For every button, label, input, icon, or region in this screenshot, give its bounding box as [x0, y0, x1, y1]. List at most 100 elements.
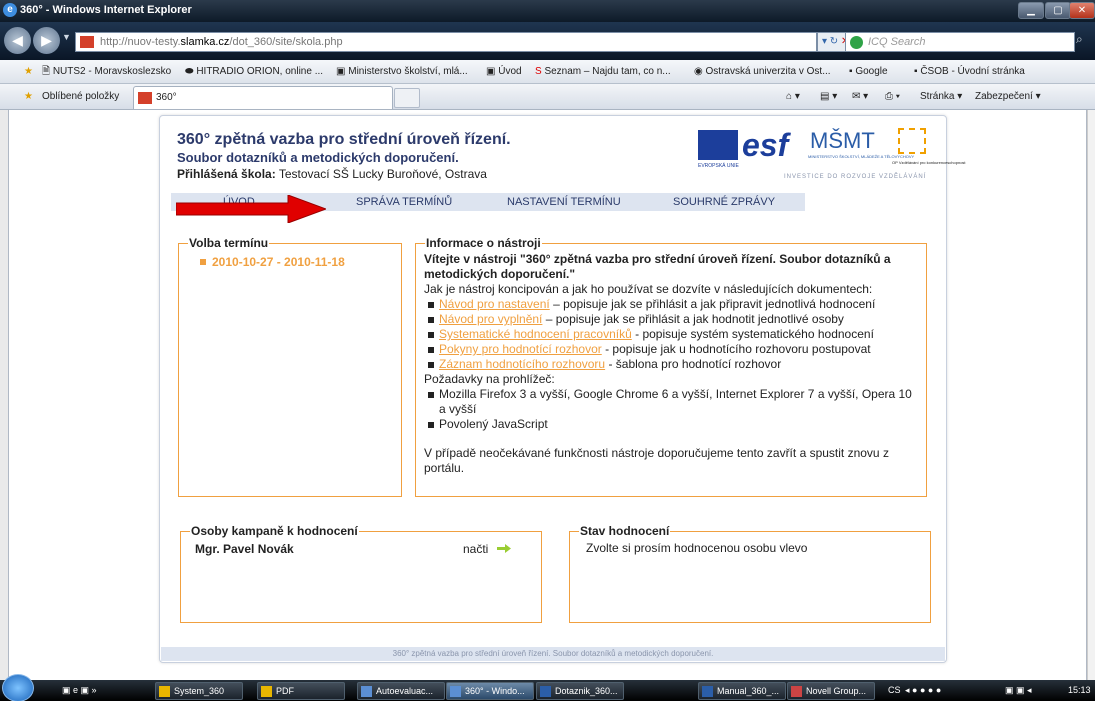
taskbar-item[interactable]: System_360: [155, 682, 243, 700]
term-selection-legend: Volba termínu: [188, 236, 270, 250]
address-bar-row: ◀ ▶ ▼ http://nuov-testy.slamka.cz/dot_36…: [0, 22, 1095, 60]
window-title: 360° - Windows Internet Explorer: [20, 4, 192, 16]
doc-item: Systematické hodnocení pracovníků - popi…: [424, 327, 914, 342]
favorites-star-icon[interactable]: ★: [24, 84, 33, 110]
favorites-button[interactable]: Oblíbené položky: [42, 84, 119, 110]
tab-360[interactable]: 360°: [133, 86, 393, 109]
ie-icon: [361, 686, 372, 697]
ie-icon: [450, 686, 461, 697]
doc-desc: - popisuje jak u hodnotícího rozhovoru p…: [601, 342, 871, 356]
doc-link-zaznam[interactable]: Záznam hodnotícího rozhovoru: [439, 357, 605, 371]
fav-item-google[interactable]: ▪ Google: [849, 60, 888, 84]
taskbar-item[interactable]: Manual_360_...: [698, 682, 786, 700]
forward-button[interactable]: ▶: [33, 27, 60, 54]
welcome-text: Vítejte v nástroji "360° zpětná vazba pr…: [424, 252, 891, 281]
arrow-right-icon[interactable]: [497, 544, 511, 553]
requirements-list: Mozilla Firefox 3 a vyšší, Google Chrome…: [424, 387, 914, 432]
fav-label: Ministerstvo školství, mlá...: [348, 66, 468, 77]
new-tab-button[interactable]: [394, 88, 420, 108]
close-button[interactable]: ✕: [1069, 2, 1095, 19]
address-input[interactable]: http://nuov-testy.slamka.cz/dot_360/site…: [75, 32, 817, 52]
menu-souhrne-zpravy[interactable]: SOUHRNÉ ZPRÁVY: [673, 193, 775, 211]
word-icon: [702, 686, 713, 697]
back-button[interactable]: ◀: [4, 27, 31, 54]
start-button[interactable]: [2, 674, 34, 701]
icq-search-input[interactable]: ICQ Search: [845, 32, 1075, 52]
note-text: V případě neočekávané funkčnosti nástroj…: [424, 446, 889, 475]
taskbar-item[interactable]: Autoevaluac...: [357, 682, 445, 700]
school-name: Testovací SŠ Lucky Buroňové, Ostrava: [275, 167, 487, 181]
fav-item-hitradio[interactable]: ⬬ HITRADIO ORION, online ...: [185, 60, 323, 84]
doc-desc: - popisuje systém systematického hodnoce…: [631, 327, 874, 341]
quick-launch-icons[interactable]: ▣ e ▣ »: [62, 680, 97, 701]
site-favicon: [80, 36, 94, 48]
fav-label: ČSOB - Úvodní stránka: [920, 66, 1025, 77]
tab-favicon: [138, 92, 152, 104]
tray-icons-2[interactable]: ▣ ▣ ◂: [1005, 680, 1032, 701]
vertical-scrollbar[interactable]: [1087, 110, 1095, 680]
tool-info-legend: Informace o nástroji: [425, 236, 542, 250]
doc-link-systematicke[interactable]: Systematické hodnocení pracovníků: [439, 327, 632, 341]
msmt-logo: MŠMT MINISTERSTVO ŠKOLSTVÍ, MLÁDEŽE A TĚL…: [808, 130, 914, 160]
fav-label: Seznam – Najdu tam, co n...: [544, 66, 671, 77]
folder-icon: [159, 686, 170, 697]
fav-item-seznam[interactable]: S Seznam – Najdu tam, co n...: [535, 60, 671, 84]
esf-logo: esf: [742, 127, 789, 163]
op-logo-text: OP Vzdělávání pro konkurenceschopnost: [892, 160, 966, 165]
persons-panel: Osoby kampaně k hodnocení Mgr. Pavel Nov…: [180, 524, 542, 623]
doc-item: Pokyny pro hodnotící rozhovor - popisuje…: [424, 342, 914, 357]
favorites-bar: ★ 🗎 NUTS2 - Moravskoslezsko ⬬ HITRADIO O…: [0, 60, 1095, 84]
feeds-icon[interactable]: ▤ ▾: [820, 84, 837, 110]
taskbar-item-active[interactable]: 360° - Windo...: [446, 682, 534, 700]
browser-viewport: 360° zpětná vazba pro střední úroveň říz…: [8, 110, 1087, 680]
taskbar-item[interactable]: PDF: [257, 682, 345, 700]
taskbar: ▣ e ▣ » System_360 PDF Autoevaluac... 36…: [0, 674, 1095, 701]
fav-item-csob[interactable]: ▪ ČSOB - Úvodní stránka: [914, 60, 1025, 84]
taskbar-label: Dotaznik_360...: [555, 686, 618, 696]
eu-logo: EVROPSKÁ UNIE: [698, 130, 739, 169]
history-dropdown-icon[interactable]: ▼: [62, 32, 71, 42]
load-link[interactable]: načti: [463, 542, 488, 556]
taskbar-label: PDF: [276, 686, 294, 696]
doc-link-vyplneni[interactable]: Návod pro vyplnění: [439, 312, 542, 326]
tray-icons[interactable]: ◂ ● ● ● ●: [905, 680, 941, 701]
person-name: Mgr. Pavel Novák: [195, 542, 294, 556]
term-link[interactable]: 2010-10-27 - 2010-11-18: [200, 255, 345, 269]
favorites-star-icon[interactable]: ★: [24, 60, 33, 84]
fav-item-uvod[interactable]: ▣ Úvod: [486, 60, 522, 84]
home-icon[interactable]: ⌂ ▾: [786, 84, 800, 110]
minimize-button[interactable]: ▁: [1018, 2, 1044, 19]
language-indicator[interactable]: CS: [888, 680, 901, 701]
fav-item-msmt[interactable]: ▣ Ministerstvo školství, mlá...: [336, 60, 468, 84]
status-legend: Stav hodnocení: [579, 524, 671, 538]
taskbar-item[interactable]: Dotaznik_360...: [536, 682, 624, 700]
school-label: Přihlášená škola:: [177, 167, 276, 181]
intro-text: Jak je nástroj koncipován a jak ho použí…: [424, 282, 873, 296]
msmt-logo-text: MINISTERSTVO ŠKOLSTVÍ, MLÁDEŽE A TĚLOVÝC…: [808, 154, 915, 159]
menu-sprava-terminu[interactable]: SPRÁVA TERMÍNŮ: [356, 193, 452, 211]
taskbar-label: System_360: [174, 686, 225, 696]
page-menu-label: Stránka: [920, 91, 955, 102]
maximize-button[interactable]: ▢: [1045, 2, 1071, 19]
requirement-item: Mozilla Firefox 3 a vyšší, Google Chrome…: [424, 387, 914, 417]
taskbar-label: Autoevaluac...: [376, 686, 434, 696]
fav-item-nuts2[interactable]: 🗎 NUTS2 - Moravskoslezsko: [42, 60, 171, 84]
menu-nastaveni-terminu[interactable]: NASTAVENÍ TERMÍNU: [507, 193, 621, 211]
doc-link-pokyny[interactable]: Pokyny pro hodnotící rozhovor: [439, 342, 602, 356]
fav-item-osu[interactable]: ◉ Ostravská univerzita v Ost...: [694, 60, 831, 84]
page-menu[interactable]: Stránka ▾: [920, 84, 962, 110]
tool-info-content: Vítejte v nástroji "360° zpětná vazba pr…: [424, 252, 914, 476]
mail-icon[interactable]: ✉ ▾: [852, 84, 868, 110]
taskbar-item[interactable]: Novell Group...: [787, 682, 875, 700]
search-icon[interactable]: ⌕: [1076, 32, 1083, 47]
eu-logo-text: EVROPSKÁ UNIE: [698, 163, 739, 169]
safety-menu[interactable]: Zabezpečení ▾: [975, 84, 1041, 110]
doc-link-nastaveni[interactable]: Návod pro nastavení: [439, 297, 550, 311]
fav-label: Ostravská univerzita v Ost...: [705, 66, 831, 77]
doc-item: Návod pro vyplnění – popisuje jak se při…: [424, 312, 914, 327]
red-arrow-annotation: [176, 195, 326, 223]
invest-tagline: INVESTICE DO ROZVOJE VZDĚLÁVÁNÍ: [784, 174, 927, 180]
print-icon[interactable]: ⎙ ▾: [885, 84, 900, 110]
page-title: 360° zpětná vazba pro střední úroveň říz…: [177, 131, 511, 148]
taskbar-label: 360° - Windo...: [465, 686, 525, 696]
